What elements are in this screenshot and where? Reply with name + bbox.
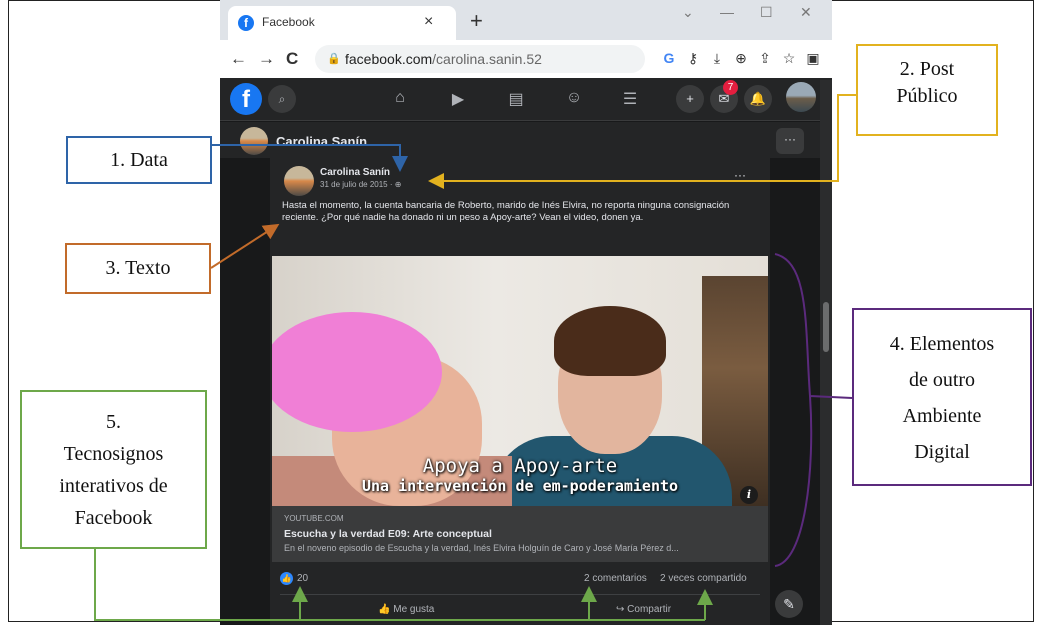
annotation-other-digital-elements: 4. Elementos de outro Ambiente Digital bbox=[852, 308, 1032, 486]
connector-embed bbox=[774, 253, 853, 567]
annotation-text: 3. Texto bbox=[65, 243, 211, 294]
annotation-public-post: 2. Post Público bbox=[856, 44, 998, 136]
connector-public bbox=[428, 94, 856, 189]
connector-data bbox=[212, 144, 408, 172]
connector-interactive bbox=[94, 549, 705, 621]
connector-text bbox=[210, 223, 280, 269]
annotation-data: 1. Data bbox=[66, 136, 212, 184]
annotation-interactive-technosigns: 5. Tecnosignos interativos de Facebook bbox=[20, 390, 207, 549]
